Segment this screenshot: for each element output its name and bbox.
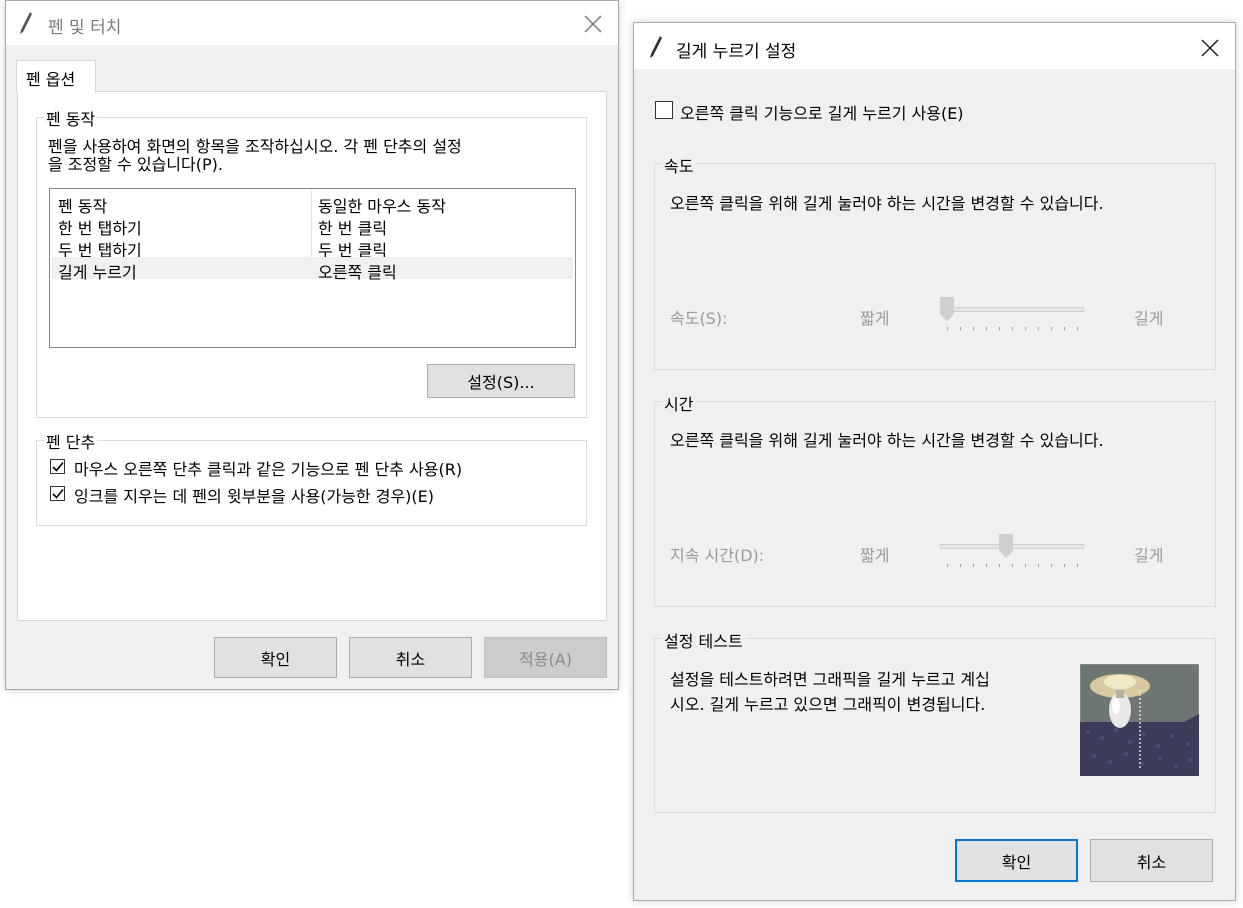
slider-tick xyxy=(1051,327,1052,330)
speed-slider-label: 속도(S): xyxy=(670,309,728,328)
pen-icon xyxy=(650,36,662,58)
slider-tick xyxy=(1025,327,1026,330)
apply-button[interactable]: 적용(A) xyxy=(484,637,607,678)
slider-tick xyxy=(1064,564,1065,567)
checkmark-icon xyxy=(52,488,64,499)
pen-action-list[interactable]: 펜 동작 동일한 마우스 동작 한 번 탭하기 한 번 클릭 두 번 탭하기 두… xyxy=(49,188,576,348)
slider-tick xyxy=(1064,327,1065,330)
press-hold-settings-window: 길게 누르기 설정 오른쪽 클릭 기능으로 길게 누르기 사용(E) 속도 오른… xyxy=(633,22,1236,901)
slider-tick xyxy=(999,564,1000,567)
pen-buttons-group-label: 펜 단추 xyxy=(44,429,98,453)
slider-ticks xyxy=(940,564,1084,568)
ok-button[interactable]: 확인 xyxy=(955,839,1078,882)
speed-max-label: 길게 xyxy=(1134,309,1164,328)
slider-tick xyxy=(1077,327,1078,330)
slider-tick xyxy=(960,327,961,330)
enable-press-hold-label[interactable]: 오른쪽 클릭 기능으로 길게 누르기 사용(E) xyxy=(680,100,964,124)
test-description-line2: 시오. 길게 누르고 있으면 그래픽이 변경됩니다. xyxy=(670,695,986,714)
pen-touch-window: 펜 및 터치 펜 옵션 펜 동작 펜을 사용하여 화면의 항목을 조작하십시오.… xyxy=(5,0,619,690)
close-icon[interactable] xyxy=(582,13,604,35)
slider-ticks xyxy=(940,327,1084,331)
close-icon[interactable] xyxy=(1199,37,1221,59)
tab-label: 펜 옵션 xyxy=(26,70,76,89)
slider-tick xyxy=(1077,564,1078,567)
test-settings-group-label: 설정 테스트 xyxy=(662,628,745,652)
table-row[interactable]: 한 번 탭하기 한 번 클릭 xyxy=(50,213,575,238)
description-line2: 을 조정할 수 있습니다(P). xyxy=(48,155,223,174)
slider-tick xyxy=(999,327,1000,330)
speed-slider[interactable] xyxy=(940,297,1084,333)
window-title: 펜 및 터치 xyxy=(48,18,122,38)
cell-pen-action: 길게 누르기 xyxy=(58,263,137,282)
pen-icon xyxy=(20,12,32,34)
slider-track xyxy=(940,307,1084,312)
speed-description: 오른쪽 클릭을 위해 길게 눌러야 하는 시간을 변경할 수 있습니다. xyxy=(670,194,1104,213)
duration-max-label: 길게 xyxy=(1134,546,1164,565)
slider-tick xyxy=(973,327,974,330)
duration-slider[interactable] xyxy=(940,534,1084,570)
time-group-label: 시간 xyxy=(662,391,696,415)
title-bar[interactable]: 길게 누르기 설정 xyxy=(634,23,1235,69)
checkmark-icon xyxy=(52,461,64,472)
duration-min-label: 짧게 xyxy=(860,546,890,565)
ok-button[interactable]: 확인 xyxy=(214,637,337,678)
test-graphic-lamp-icon[interactable] xyxy=(1080,664,1199,776)
slider-thumb[interactable] xyxy=(940,297,954,321)
tab-panel: 펜 동작 펜을 사용하여 화면의 항목을 조작하십시오. 각 펜 단추의 설정 … xyxy=(17,91,607,621)
speed-min-label: 짧게 xyxy=(860,309,890,328)
slider-tick xyxy=(986,564,987,567)
slider-tick xyxy=(960,564,961,567)
slider-tick xyxy=(986,327,987,330)
pen-button-right-click-label[interactable]: 마우스 오른쪽 단추 클릭과 같은 기능으로 펜 단추 사용(R) xyxy=(74,456,462,480)
enable-press-hold-checkbox[interactable] xyxy=(655,101,673,119)
cancel-button[interactable]: 취소 xyxy=(349,637,472,678)
time-description: 오른쪽 클릭을 위해 길게 눌러야 하는 시간을 변경할 수 있습니다. xyxy=(670,431,1104,450)
settings-button[interactable]: 설정(S)... xyxy=(427,364,575,398)
slider-tick xyxy=(1051,564,1052,567)
window-title: 길게 누르기 설정 xyxy=(676,42,797,62)
slider-tick xyxy=(947,327,948,330)
slider-tick xyxy=(1025,564,1026,567)
pen-top-eraser-label[interactable]: 잉크를 지우는 데 펜의 윗부분을 사용(가능한 경우)(E) xyxy=(74,483,434,507)
slider-tick xyxy=(1012,327,1013,330)
slider-thumb[interactable] xyxy=(999,534,1013,558)
cancel-button[interactable]: 취소 xyxy=(1090,839,1213,882)
pen-actions-group-label: 펜 동작 xyxy=(44,106,98,130)
pen-top-eraser-checkbox[interactable] xyxy=(50,486,65,501)
pen-button-right-click-checkbox[interactable] xyxy=(50,459,65,474)
duration-slider-label: 지속 시간(D): xyxy=(670,546,765,565)
title-bar[interactable]: 펜 및 터치 xyxy=(6,1,618,45)
test-description-line1: 설정을 테스트하려면 그래픽을 길게 누르고 계십 xyxy=(670,670,990,689)
cell-mouse-action: 오른쪽 클릭 xyxy=(318,263,397,282)
table-row[interactable]: 두 번 탭하기 두 번 클릭 xyxy=(50,235,575,260)
slider-tick xyxy=(947,564,948,567)
slider-tick xyxy=(1012,564,1013,567)
slider-tick xyxy=(1038,327,1039,330)
slider-tick xyxy=(1038,564,1039,567)
table-row-selected[interactable]: 길게 누르기 오른쪽 클릭 xyxy=(51,257,573,282)
speed-group-label: 속도 xyxy=(662,153,696,177)
slider-tick xyxy=(973,564,974,567)
tab-pen-options[interactable]: 펜 옵션 xyxy=(16,60,96,93)
